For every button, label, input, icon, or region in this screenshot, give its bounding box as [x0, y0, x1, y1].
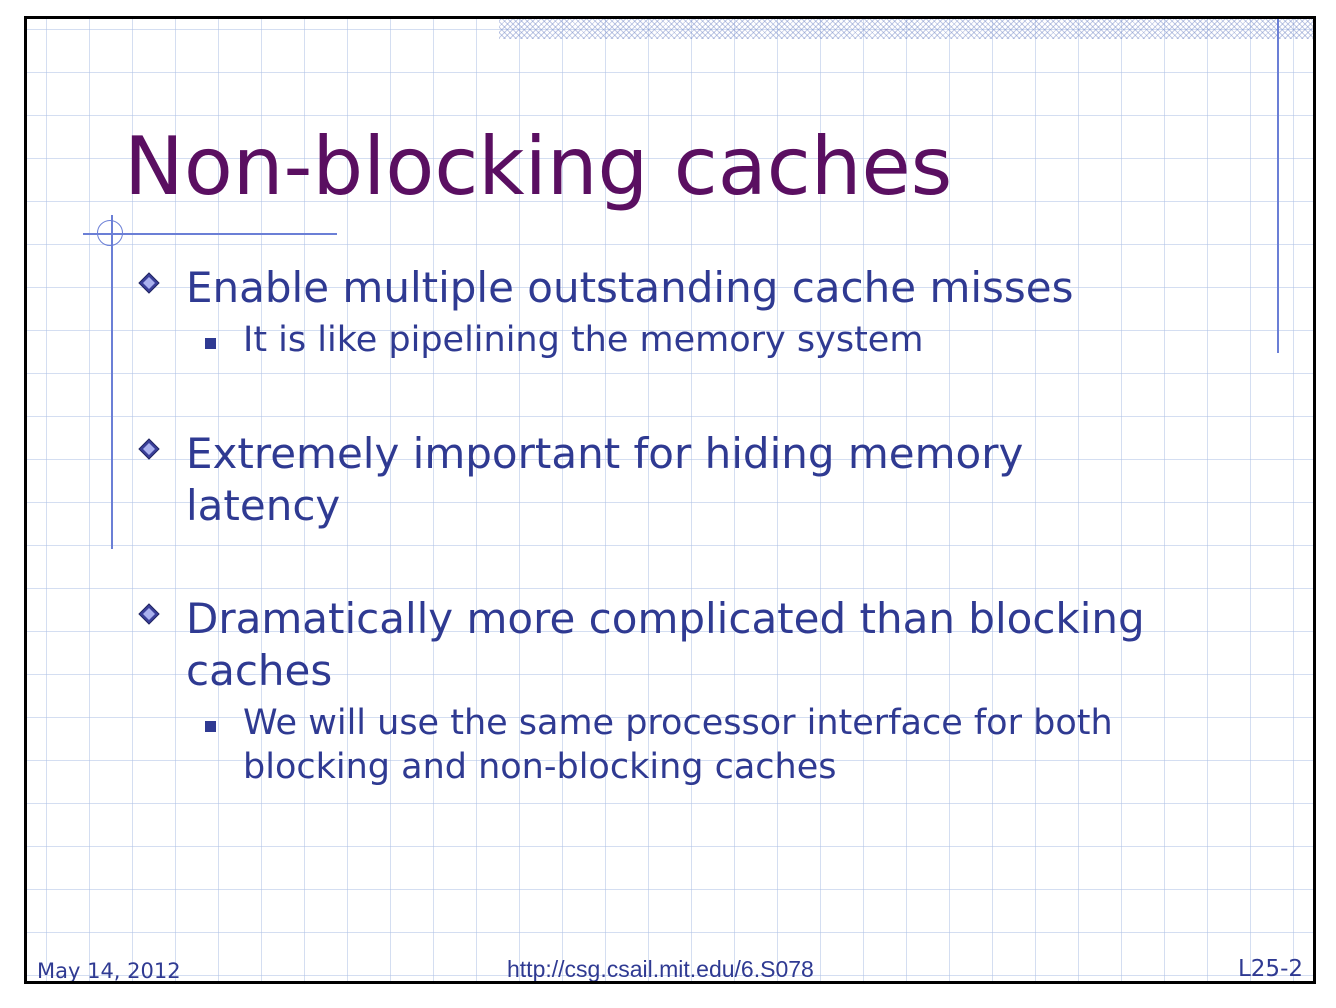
footer-page-number: L25-2: [1237, 956, 1303, 982]
bullet-item: Enable multiple outstanding cache misses…: [135, 262, 1245, 362]
bullet-text: Enable multiple outstanding cache misses: [186, 263, 1074, 312]
bullet-text: Extremely important for hiding memory la…: [186, 429, 1024, 530]
slide: Non-blocking caches Enable multiple outs…: [24, 16, 1316, 984]
sub-bullet-item: We will use the same processor interface…: [205, 701, 1203, 789]
sub-bullet-item: It is like pipelining the memory system: [205, 318, 1203, 362]
left-accent-line: [111, 215, 113, 549]
square-bullet-icon: [205, 721, 216, 732]
header-hatch-band: [499, 19, 1313, 39]
bullet-item: Extremely important for hiding memory la…: [135, 428, 1245, 532]
sub-bullet-text: We will use the same processor interface…: [243, 703, 1113, 787]
bullet-text: Dramatically more complicated than block…: [186, 594, 1145, 695]
slide-title: Non-blocking caches: [124, 120, 953, 213]
diamond-bullet-icon: [138, 438, 160, 460]
footer-date: May 14, 2012: [37, 959, 181, 983]
diamond-bullet-icon: [138, 272, 160, 294]
right-accent-line: [1277, 19, 1279, 353]
diamond-bullet-icon: [138, 603, 160, 625]
square-bullet-icon: [205, 338, 216, 349]
title-corner-circle: [97, 220, 123, 246]
footer-url: http://csg.csail.mit.edu/6.S078: [507, 956, 814, 982]
sub-bullet-text: It is like pipelining the memory system: [243, 320, 924, 360]
bullet-item: Dramatically more complicated than block…: [135, 593, 1245, 789]
